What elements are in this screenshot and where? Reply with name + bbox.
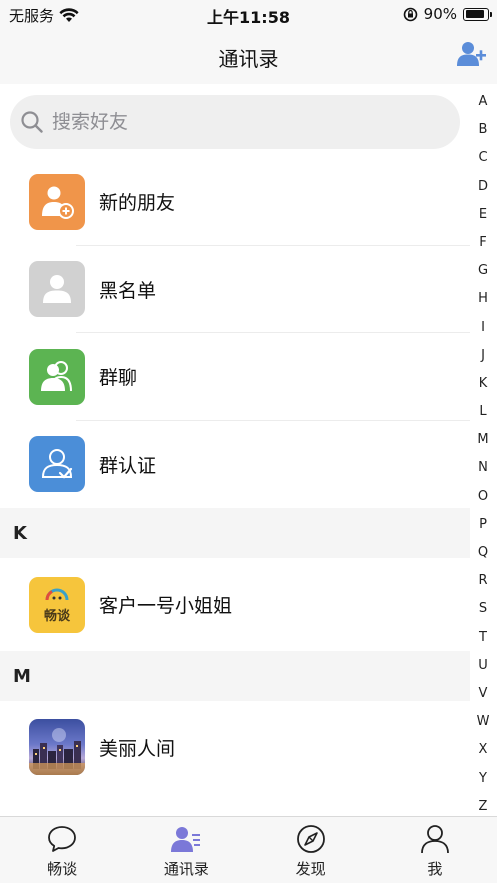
battery-icon [463, 7, 492, 21]
index-letter-c[interactable]: C [473, 144, 493, 172]
index-letter-q[interactable]: Q [473, 539, 493, 567]
index-letter-m[interactable]: M [473, 426, 493, 454]
new-friend-icon [29, 173, 85, 230]
group-chat-item[interactable]: 群聊 [0, 333, 470, 421]
city-night-image [29, 728, 85, 775]
page-title: 通讯录 [218, 47, 279, 71]
index-letter-i[interactable]: I [473, 314, 493, 342]
tab-discover[interactable]: 发现 [249, 817, 373, 883]
index-letter-j[interactable]: J [473, 342, 493, 370]
tab-label: 我 [427, 860, 443, 878]
index-letter-p[interactable]: P [473, 511, 493, 539]
index-letter-s[interactable]: S [473, 595, 493, 623]
item-label: 黑名单 [99, 279, 157, 302]
status-bar: 无服务 上午11:58 90% [0, 0, 497, 28]
logo-face-icon [45, 588, 69, 600]
avatar-logo-text: 畅谈 [43, 608, 70, 624]
index-letter-l[interactable]: L [473, 398, 493, 426]
index-letter-u[interactable]: U [473, 652, 493, 680]
group-chat-icon [29, 348, 85, 405]
section-header-k: K [0, 508, 470, 558]
orientation-lock-icon [403, 7, 417, 21]
group-verify-item[interactable]: 群认证 [0, 420, 470, 508]
index-letter-y[interactable]: Y [473, 765, 493, 793]
group-verify-icon [29, 436, 85, 493]
new-friends-item[interactable]: 新的朋友 [0, 158, 470, 246]
index-letter-n[interactable]: N [473, 454, 493, 482]
contact-row[interactable]: 畅谈 客户一号小姐姐 [0, 558, 470, 651]
index-letter-x[interactable]: X [473, 736, 493, 764]
tab-bar: 畅谈 通讯录 发现 我 [0, 816, 497, 883]
index-letter-k[interactable]: K [473, 370, 493, 398]
contact-name: 客户一号小姐姐 [99, 595, 233, 617]
index-letter-f[interactable]: F [473, 229, 493, 257]
index-letter-t[interactable]: T [473, 624, 493, 652]
chat-bubble-icon [48, 826, 77, 852]
contacts-icon [171, 827, 201, 852]
search-input[interactable] [52, 111, 432, 133]
contact-avatar [29, 719, 85, 775]
compass-icon [296, 825, 325, 853]
search-bar[interactable] [10, 95, 460, 149]
tab-label: 发现 [295, 860, 326, 878]
tab-label: 畅谈 [47, 860, 78, 878]
index-letter-e[interactable]: E [473, 201, 493, 229]
contact-avatar: 畅谈 [29, 576, 85, 633]
blacklist-icon [29, 261, 85, 318]
battery-percent: 90% [423, 5, 457, 23]
tab-chat[interactable]: 畅谈 [0, 817, 124, 883]
battery-fill [465, 10, 485, 18]
item-label: 群认证 [99, 454, 157, 477]
search-icon [21, 111, 43, 133]
blacklist-item[interactable]: 黑名单 [0, 245, 470, 333]
status-right: 90% [403, 5, 492, 23]
tab-label: 通讯录 [163, 860, 209, 878]
item-label: 新的朋友 [99, 192, 176, 215]
contact-name: 美丽人间 [99, 737, 176, 760]
index-letter-g[interactable]: G [473, 257, 493, 285]
item-label: 群聊 [99, 367, 138, 390]
nav-bar: 通讯录 [0, 28, 497, 84]
index-letter-w[interactable]: W [473, 708, 493, 736]
add-friend-icon[interactable] [457, 40, 487, 68]
profile-icon [420, 825, 449, 854]
index-letter-h[interactable]: H [473, 285, 493, 313]
index-letter-b[interactable]: B [473, 116, 493, 144]
tab-contacts[interactable]: 通讯录 [124, 817, 248, 883]
contact-list: 新的朋友 黑名单 群聊 群认证 K 畅谈 客户一号小姐姐 M 美丽人间 [0, 158, 470, 793]
tab-me[interactable]: 我 [373, 817, 497, 883]
index-letter-a[interactable]: A [473, 88, 493, 116]
index-letter-r[interactable]: R [473, 567, 493, 595]
alphabet-index[interactable]: ABCDEFGHIJKLMNOPQRSTUVWXYZ [473, 88, 493, 821]
section-header-m: M [0, 651, 470, 701]
index-letter-o[interactable]: O [473, 483, 493, 511]
contact-row[interactable]: 美丽人间 [0, 701, 470, 793]
index-letter-v[interactable]: V [473, 680, 493, 708]
index-letter-d[interactable]: D [473, 173, 493, 201]
